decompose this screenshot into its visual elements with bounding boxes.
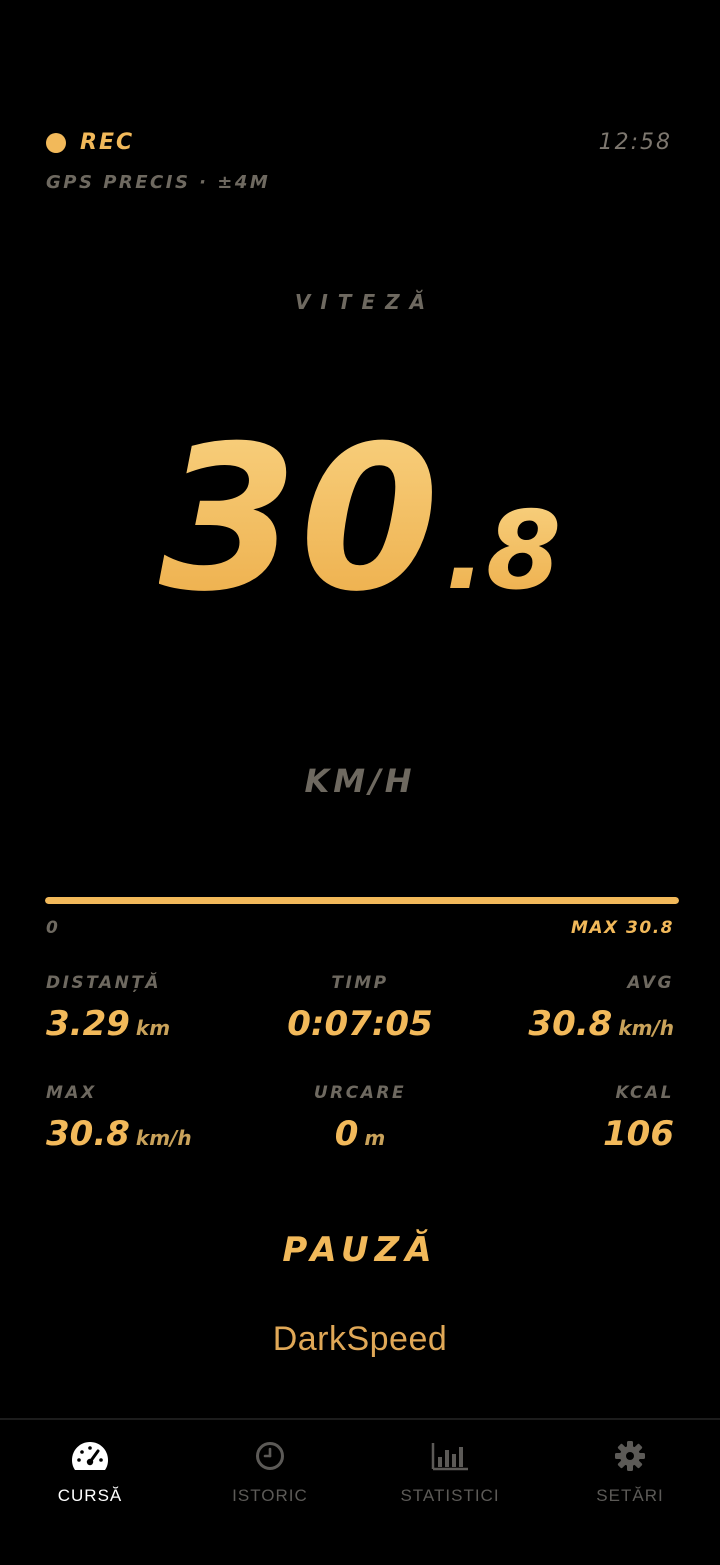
nav-label-cursa: CURSĂ	[57, 1486, 123, 1505]
speed-progress-fill	[45, 897, 679, 904]
climb-label: URCARE	[313, 1083, 407, 1103]
bottom-nav: CURSĂ ISTORIC STATISTICI SETĂRI	[0, 1420, 720, 1565]
climb-unit: m	[364, 1126, 386, 1150]
progress-max-label: MAX 30.8	[570, 918, 674, 938]
clock-time: 12:58	[598, 130, 672, 155]
speed-readout: 30.8	[0, 400, 720, 620]
nav-label-istoric: ISTORIC	[232, 1486, 308, 1505]
time-label: TIMP	[331, 973, 389, 993]
recording-label: REC	[80, 130, 135, 155]
avg-label: AVG	[627, 973, 674, 993]
climb-value: 0	[334, 1114, 359, 1154]
nav-label-setari: SETĂRI	[596, 1486, 664, 1505]
speed-unit: KM/H	[304, 762, 416, 800]
progress-min-label: 0	[46, 918, 60, 938]
speed-screen: REC 12:58 GPS PRECIS · ±4M VITEZĂ 30.8 K…	[0, 0, 720, 1565]
nav-item-statistici[interactable]: STATISTICI	[360, 1420, 540, 1565]
kcal-value: 106	[603, 1114, 674, 1154]
pause-button[interactable]: PAUZĂ	[210, 1220, 510, 1280]
speedometer-icon	[70, 1438, 110, 1474]
brand-name: DarkSpeed	[272, 1320, 448, 1358]
avg-value-group: 30.8 km/h	[528, 1004, 674, 1044]
nav-item-istoric[interactable]: ISTORIC	[180, 1420, 360, 1565]
avg-value: 30.8	[528, 1004, 613, 1044]
speed-integer: 30	[158, 403, 442, 636]
clock-icon	[250, 1438, 290, 1474]
gps-accuracy: GPS PRECIS · ±4M	[46, 172, 271, 193]
speed-decimal: .8	[445, 489, 562, 614]
gear-icon	[610, 1438, 650, 1474]
nav-item-setari[interactable]: SETĂRI	[540, 1420, 720, 1565]
avg-unit: km/h	[618, 1016, 674, 1040]
nav-label-statistici: STATISTICI	[400, 1486, 500, 1505]
kcal-label: KCAL	[615, 1083, 674, 1103]
speed-progress-bar	[45, 897, 679, 904]
nav-item-cursa[interactable]: CURSĂ	[0, 1420, 180, 1565]
bar-chart-icon	[430, 1438, 470, 1474]
speed-title: VITEZĂ	[294, 290, 436, 314]
recording-dot-icon	[46, 133, 66, 153]
